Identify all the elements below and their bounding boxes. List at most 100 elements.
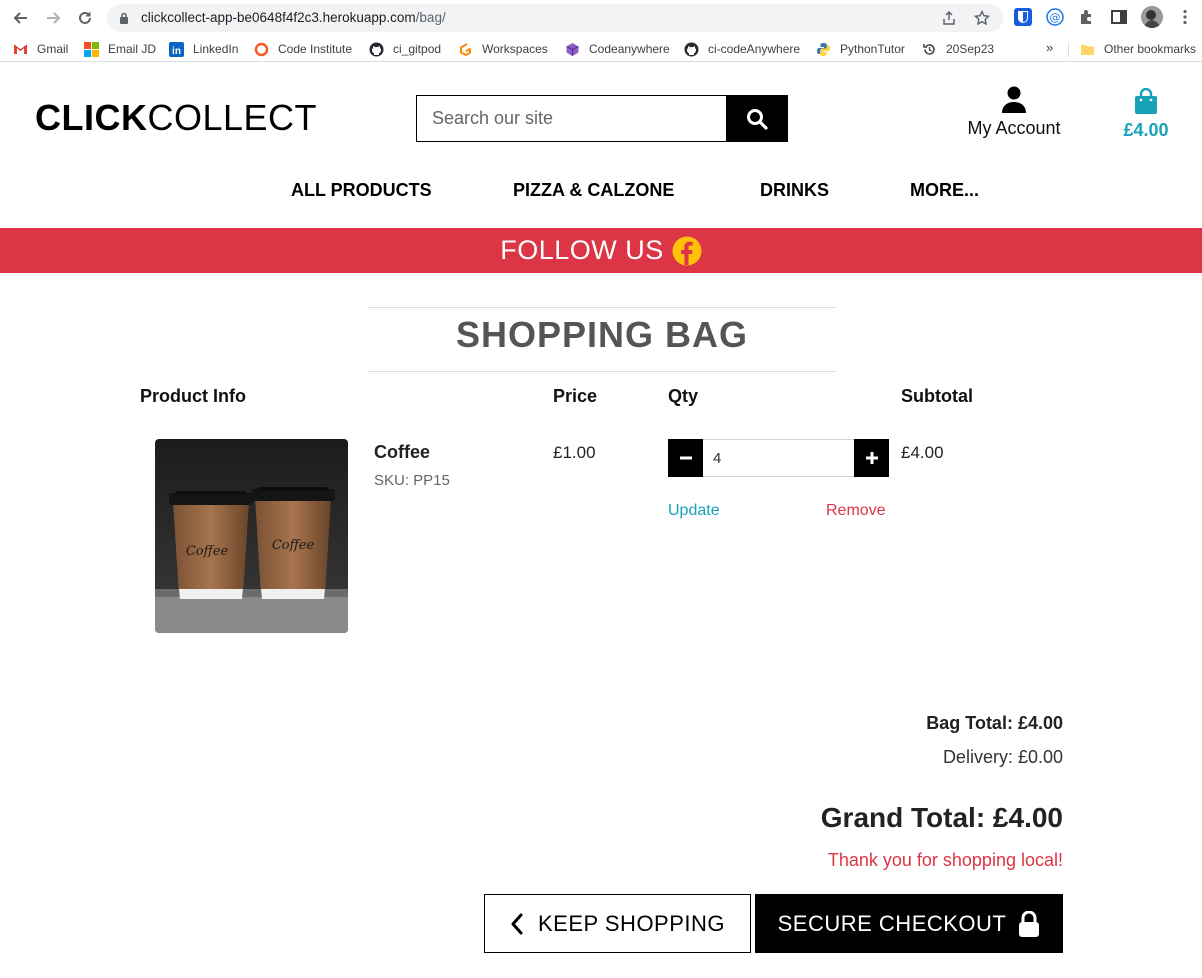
shopping-bag-icon — [1135, 88, 1157, 114]
bookmark-label: LinkedIn — [193, 42, 239, 56]
shopping-bag-link[interactable]: £4.00 — [1112, 88, 1180, 148]
bitwarden-icon[interactable] — [1014, 8, 1032, 26]
logo-bold-part: CLICK — [35, 97, 148, 138]
search-input[interactable] — [417, 96, 726, 141]
bookmark-label: ci_gitpod — [393, 42, 442, 56]
menu-kebab-icon[interactable] — [1176, 8, 1194, 26]
plus-icon — [865, 452, 878, 464]
header-qty: Qty — [668, 386, 699, 406]
bookmark-label: Gmail — [37, 42, 69, 56]
folder-icon — [1080, 42, 1095, 57]
header-product-info: Product Info — [140, 386, 246, 406]
nav-drinks[interactable]: DRINKS — [760, 180, 829, 201]
bookmarks-bar: Gmail Email JD in LinkedIn Code Institut… — [0, 36, 1202, 62]
github-icon — [369, 42, 384, 57]
bookmark-code-institute[interactable]: Code Institute — [254, 40, 352, 58]
profile-avatar[interactable] — [1141, 6, 1163, 28]
header-subtotal: Subtotal — [901, 386, 973, 406]
more-bookmarks-chevron[interactable]: » — [1046, 40, 1053, 55]
search-box — [416, 95, 727, 142]
lock-icon — [1019, 910, 1040, 937]
bookmark-label: Code Institute — [278, 42, 353, 56]
side-panel-icon[interactable] — [1110, 8, 1128, 26]
keep-shopping-label: KEEP SHOPPING — [537, 910, 726, 936]
product-image[interactable]: Coffee Coffee — [155, 439, 348, 633]
share-icon[interactable] — [941, 10, 957, 26]
codeanywhere-icon — [565, 42, 580, 57]
grand-total: Grand Total: £4.00 — [820, 802, 1063, 833]
bag-total-amount: £4.00 — [1123, 120, 1169, 140]
cup-text-right: Coffee — [272, 538, 315, 553]
update-link[interactable]: Update — [668, 502, 720, 520]
bookmark-codeanywhere[interactable]: Codeanywhere — [565, 40, 670, 58]
bookmark-ci-codeanywhere[interactable]: ci-codeAnywhere — [684, 40, 800, 58]
bag-total: Bag Total: £4.00 — [926, 713, 1063, 733]
svg-text:in: in — [172, 46, 181, 57]
url-text: clickcollect-app-be0648f4f2c3.herokuapp.… — [141, 10, 446, 25]
title-divider-top — [368, 307, 836, 308]
history-icon — [922, 42, 937, 57]
product-sku: SKU: PP15 — [374, 472, 450, 489]
header-price: Price — [553, 386, 598, 406]
bookmark-workspaces[interactable]: Workspaces — [458, 40, 548, 58]
other-bookmarks[interactable]: Other bookmarks — [1080, 40, 1196, 58]
extension-at-icon[interactable]: @ — [1046, 8, 1064, 26]
browser-toolbar: clickcollect-app-be0648f4f2c3.herokuapp.… — [0, 0, 1202, 36]
bookmark-gmail[interactable]: Gmail — [13, 40, 68, 58]
gitpod-icon — [458, 42, 473, 57]
thank-you-message: Thank you for shopping local! — [827, 850, 1063, 870]
bookmark-pythontutor[interactable]: PythonTutor — [816, 40, 905, 58]
extensions-puzzle-icon[interactable] — [1078, 8, 1096, 26]
bookmark-label: Workspaces — [482, 42, 548, 56]
linkedin-icon: in — [169, 41, 184, 57]
bookmark-email-jd[interactable]: Email JD — [84, 40, 156, 58]
url-path: /bag/ — [415, 10, 446, 25]
bookmark-ci-gitpod[interactable]: ci_gitpod — [369, 40, 441, 58]
main-nav: ALL PRODUCTS PIZZA & CALZONE DRINKS MORE… — [0, 180, 1202, 206]
facebook-icon[interactable] — [672, 236, 702, 266]
forward-icon[interactable] — [42, 7, 64, 29]
back-icon[interactable] — [10, 7, 32, 29]
python-icon — [816, 42, 831, 57]
bookmark-label: Codeanywhere — [589, 42, 670, 56]
secure-checkout-button[interactable]: SECURE CHECKOUT — [755, 894, 1063, 953]
cup-text-left: Coffee — [186, 544, 229, 559]
microsoft-icon — [84, 41, 99, 57]
product-price: £1.00 — [553, 443, 596, 462]
bookmarks-divider — [1068, 43, 1069, 57]
bookmark-label: 20Sep23 — [946, 42, 995, 56]
bookmark-star-icon[interactable] — [974, 10, 990, 26]
qty-input[interactable] — [703, 439, 854, 477]
user-icon — [1002, 86, 1026, 113]
address-bar[interactable]: clickcollect-app-be0648f4f2c3.herokuapp.… — [107, 4, 1003, 32]
secure-checkout-label: SECURE CHECKOUT — [777, 910, 1007, 936]
search-button[interactable] — [726, 95, 788, 142]
remove-link[interactable]: Remove — [826, 502, 886, 520]
page-title: SHOPPING BAG — [455, 314, 749, 355]
github-icon — [684, 42, 699, 57]
keep-shopping-button[interactable]: KEEP SHOPPING — [484, 894, 751, 953]
bookmark-20sep23[interactable]: 20Sep23 — [922, 40, 994, 58]
my-account-label: My Account — [967, 118, 1061, 138]
nav-pizza-calzone[interactable]: PIZZA & CALZONE — [513, 180, 674, 201]
bookmark-label: PythonTutor — [840, 42, 905, 56]
site-logo[interactable]: CLICKCOLLECT — [35, 96, 317, 140]
logo-rest-part: COLLECT — [147, 97, 318, 138]
search-icon — [747, 108, 768, 130]
my-account-link[interactable]: My Account — [950, 86, 1078, 148]
follow-us-banner: FOLLOW US — [0, 228, 1202, 273]
qty-decrement-button[interactable] — [668, 439, 703, 477]
delivery-cost: Delivery: £0.00 — [942, 747, 1063, 767]
nav-more[interactable]: MORE... — [910, 180, 979, 201]
code-institute-icon — [254, 42, 269, 57]
nav-all-products[interactable]: ALL PRODUCTS — [291, 180, 432, 201]
bookmark-linkedin[interactable]: in LinkedIn — [169, 40, 238, 58]
svg-text:@: @ — [1050, 11, 1061, 24]
bookmark-label: ci-codeAnywhere — [708, 42, 801, 56]
gmail-icon — [13, 42, 28, 57]
minus-icon — [679, 456, 692, 460]
qty-increment-button[interactable] — [854, 439, 889, 477]
url-host: clickcollect-app-be0648f4f2c3.herokuapp.… — [141, 10, 416, 25]
reload-icon[interactable] — [74, 7, 96, 29]
chevron-left-icon — [511, 913, 523, 934]
